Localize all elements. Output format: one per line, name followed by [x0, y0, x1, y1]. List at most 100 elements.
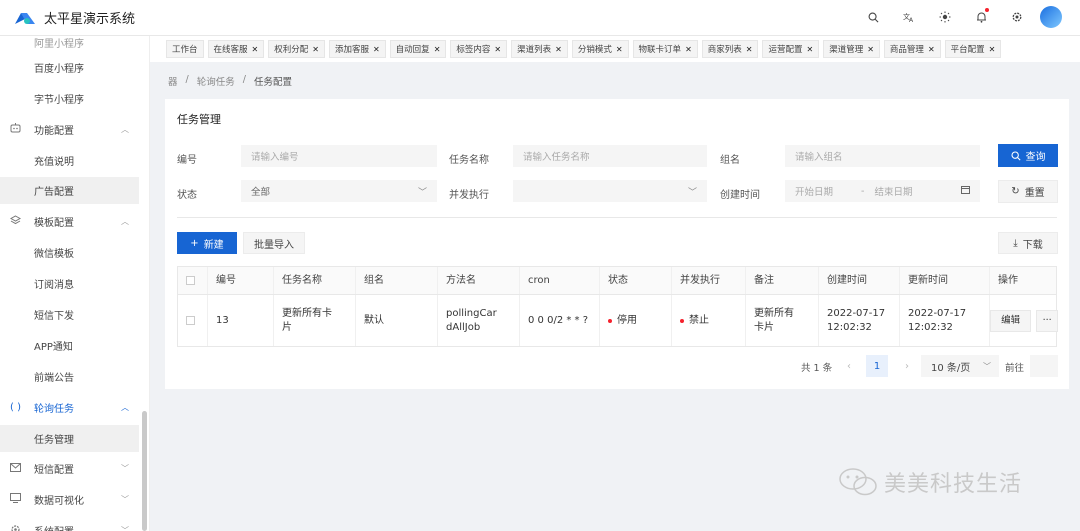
sidebar-group-features[interactable]: 功能配置 ︿ — [0, 116, 139, 143]
app-logo[interactable]: 太平星演示系统 — [0, 8, 165, 27]
tab-rights[interactable]: 权利分配 ✕ — [268, 40, 325, 58]
sidebar-item-task-manage[interactable]: 任务管理 — [0, 425, 139, 452]
date-range-picker[interactable]: 开始日期 - 结束日期 — [785, 180, 980, 202]
sidebar-item-sms-send[interactable]: 短信下发 — [0, 301, 139, 328]
sidebar-item-subscription[interactable]: 订阅消息 — [0, 270, 139, 297]
row-select-cell — [178, 295, 208, 346]
close-icon[interactable]: ✕ — [928, 45, 935, 54]
close-icon[interactable]: ✕ — [616, 45, 623, 54]
gear-icon — [10, 524, 24, 531]
tab-tag-content[interactable]: 标签内容 ✕ — [450, 40, 508, 58]
more-button[interactable]: ··· — [1036, 309, 1058, 332]
sidebar-group-templates[interactable]: 模板配置 ︿ — [0, 208, 139, 235]
column-header[interactable]: 更新时间 — [900, 267, 990, 294]
concurrent-text: 禁止 — [689, 314, 709, 326]
goto-page-input[interactable] — [1030, 355, 1058, 377]
batch-import-button[interactable]: 批量导入 — [243, 232, 305, 254]
close-icon[interactable]: ✕ — [746, 45, 753, 54]
translate-icon[interactable]: 文A — [896, 4, 922, 30]
sidebar-item-ads[interactable]: 广告配置 — [0, 177, 139, 204]
tab-operations[interactable]: 运营配置 ✕ — [762, 40, 820, 58]
download-button[interactable]: ⤓ 下载 — [998, 232, 1058, 254]
tab-merchants[interactable]: 商家列表 ✕ — [701, 40, 759, 58]
column-header[interactable]: cron — [520, 267, 600, 294]
name-input[interactable]: 请输入任务名称 — [513, 145, 707, 167]
goto-label: 前往 — [1005, 363, 1025, 374]
select-all-checkbox[interactable] — [186, 276, 195, 285]
cell-updated: 2022-07-17 12:02:32 — [900, 295, 990, 346]
sidebar-group-label: 数据可视化 — [34, 496, 84, 507]
avatar[interactable] — [1040, 6, 1062, 28]
close-icon[interactable]: ✕ — [252, 45, 259, 54]
tab-add-service[interactable]: 添加客服 ✕ — [328, 40, 386, 58]
prev-page-button[interactable]: ‹ — [841, 355, 857, 377]
sidebar-group-polling[interactable]: ( ) 轮询任务 ︿ — [0, 394, 139, 421]
next-page-button[interactable]: › — [899, 355, 915, 377]
sidebar-item-recharge[interactable]: 充值说明 — [0, 147, 139, 174]
tab-label: 渠道列表 — [517, 45, 552, 55]
tab-products[interactable]: 商品管理 ✕ — [883, 40, 941, 58]
tab-online-service[interactable]: 在线客服 ✕ — [207, 40, 265, 58]
close-icon[interactable]: ✕ — [555, 45, 562, 54]
name-label: 任务名称 — [449, 155, 489, 166]
sidebar-item-baidu[interactable]: 百度小程序 — [0, 54, 139, 81]
tab-workbench[interactable]: 工作台 — [166, 40, 204, 58]
id-input[interactable]: 请输入编号 — [241, 145, 437, 167]
close-icon[interactable]: ✕ — [989, 45, 996, 54]
edit-button[interactable]: 编辑 — [990, 309, 1032, 332]
sidebar-group-system[interactable]: 系统配置 ﹀ — [0, 517, 139, 531]
new-button[interactable]: + 新建 — [177, 232, 237, 254]
status-select[interactable]: 全部 ﹀ — [241, 180, 437, 202]
breadcrumb-parent[interactable]: 轮询任务 — [197, 74, 235, 88]
tab-iot-orders[interactable]: 物联卡订单 ✕ — [632, 40, 698, 58]
column-header[interactable]: 编号 — [208, 267, 274, 294]
table-row[interactable]: 13 更新所有卡片 默认 pollingCardAllJob 0 0 0/2 *… — [178, 295, 1058, 346]
column-header[interactable]: 创建时间 — [819, 267, 900, 294]
close-icon[interactable]: ✕ — [685, 45, 692, 54]
column-header[interactable]: 状态 — [600, 267, 672, 294]
sidebar-group-sms[interactable]: 短信配置 ﹀ — [0, 455, 139, 482]
sidebar-item-wechat-template[interactable]: 微信模板 — [0, 239, 139, 266]
sidebar-item-notice[interactable]: 前端公告 — [0, 363, 139, 390]
tab-label: 运营配置 — [768, 45, 803, 55]
close-icon[interactable]: ✕ — [434, 45, 441, 54]
page-size-select[interactable]: 10 条/页 ﹀ — [921, 355, 999, 377]
concurrent-select[interactable]: ﹀ — [513, 180, 707, 202]
tab-channel-manage[interactable]: 渠道管理 ✕ — [823, 40, 880, 58]
bell-icon[interactable] — [968, 4, 994, 30]
reset-button[interactable]: ↻ 重置 — [998, 180, 1058, 203]
close-icon[interactable]: ✕ — [373, 45, 380, 54]
tab-channel-list[interactable]: 渠道列表 ✕ — [511, 40, 568, 58]
sidebar-item-app-notify[interactable]: APP通知 — [0, 332, 139, 359]
theme-sun-icon[interactable] — [932, 4, 958, 30]
sidebar-item-bytedance[interactable]: 字节小程序 — [0, 85, 139, 112]
close-icon[interactable]: ✕ — [807, 45, 814, 54]
search-button[interactable]: 查询 — [998, 144, 1058, 167]
column-header[interactable]: 并发执行 — [672, 267, 746, 294]
sidebar-group-visualization[interactable]: 数据可视化 ﹀ — [0, 486, 139, 513]
column-header[interactable]: 方法名 — [438, 267, 520, 294]
close-icon[interactable]: ✕ — [867, 45, 874, 54]
close-icon[interactable]: ✕ — [494, 45, 501, 54]
sidebar-scrollbar[interactable] — [142, 411, 147, 531]
group-input[interactable]: 请输入组名 — [785, 145, 980, 167]
breadcrumb-separator: / — [242, 74, 246, 85]
tab-auto-reply[interactable]: 自动回复 ✕ — [389, 40, 447, 58]
tab-label: 物联卡订单 — [638, 45, 682, 55]
close-icon[interactable]: ✕ — [312, 45, 319, 54]
column-header[interactable]: 备注 — [746, 267, 819, 294]
page-number-button[interactable]: 1 — [866, 355, 888, 377]
column-header[interactable]: 组名 — [356, 267, 438, 294]
concurrent-dot — [680, 318, 684, 323]
breadcrumb-home-icon[interactable]: 器 — [168, 74, 178, 88]
settings-gear-icon[interactable] — [1004, 4, 1030, 30]
sidebar-group-label: 功能配置 — [34, 126, 74, 137]
tab-distribution[interactable]: 分销模式 ✕ — [571, 40, 629, 58]
tab-platform[interactable]: 平台配置 ✕ — [944, 40, 1002, 58]
column-header[interactable]: 任务名称 — [274, 267, 356, 294]
sidebar-item-partial[interactable]: 阿里小程序 — [0, 36, 139, 56]
sidebar-item-label: 短信下发 — [34, 311, 74, 322]
search-icon[interactable] — [860, 4, 886, 30]
row-checkbox[interactable] — [186, 316, 195, 325]
end-date-placeholder: 结束日期 — [874, 187, 913, 198]
